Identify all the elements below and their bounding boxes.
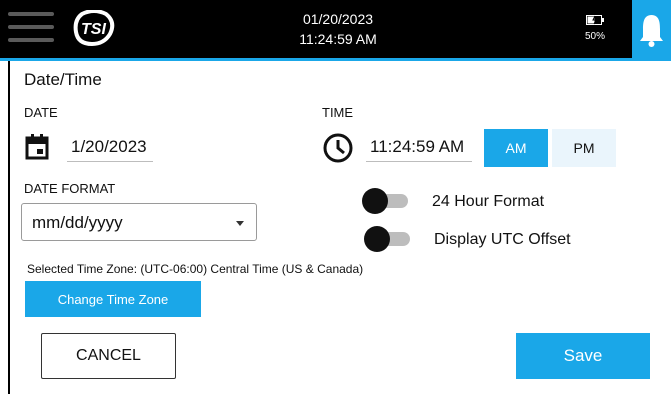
calendar-icon[interactable] [25,134,49,160]
battery-indicator: 50% [580,15,610,42]
clock-icon[interactable] [322,132,354,164]
page-title: Date/Time [24,70,102,89]
save-button[interactable]: Save [516,333,650,379]
date-format-value: mm/dd/yyyy [32,213,123,232]
pm-button[interactable]: PM [552,129,616,167]
cancel-button[interactable]: CANCEL [41,333,176,379]
toggle-24-hour-format[interactable] [362,188,410,214]
bell-icon [640,15,663,47]
left-border [8,61,10,394]
date-input[interactable]: 1/20/2023 [67,131,153,162]
tsi-logo: TSI [73,10,115,46]
header-datetime: 01/20/2023 11:24:59 AM [270,9,406,49]
date-label: DATE [24,105,58,120]
selected-time-zone-text: Selected Time Zone: (UTC-06:00) Central … [27,262,364,276]
time-label: TIME [322,105,354,120]
battery-icon [586,15,604,25]
notification-button[interactable] [632,0,671,58]
toggle-utc-offset-label: Display UTC Offset [434,231,571,248]
top-bar: TSI 01/20/2023 11:24:59 AM 50% [0,0,671,58]
time-input[interactable]: 11:24:59 AM [366,131,472,162]
svg-text:TSI: TSI [81,21,106,38]
change-time-zone-button[interactable]: Change Time Zone [25,281,201,317]
toggle-display-utc-offset[interactable] [364,226,412,252]
date-format-select[interactable]: mm/dd/yyyy [21,203,257,241]
hamburger-menu-icon[interactable] [8,12,54,46]
date-format-label: DATE FORMAT [24,181,116,196]
battery-percent: 50% [584,31,605,42]
toggle-24-hour-label: 24 Hour Format [432,193,545,210]
header-date: 01/20/2023 [302,11,374,27]
dropdown-arrow-icon [236,221,244,226]
header-time: 11:24:59 AM [299,31,377,47]
header-accent-line [0,58,671,61]
am-button[interactable]: AM [484,129,548,167]
